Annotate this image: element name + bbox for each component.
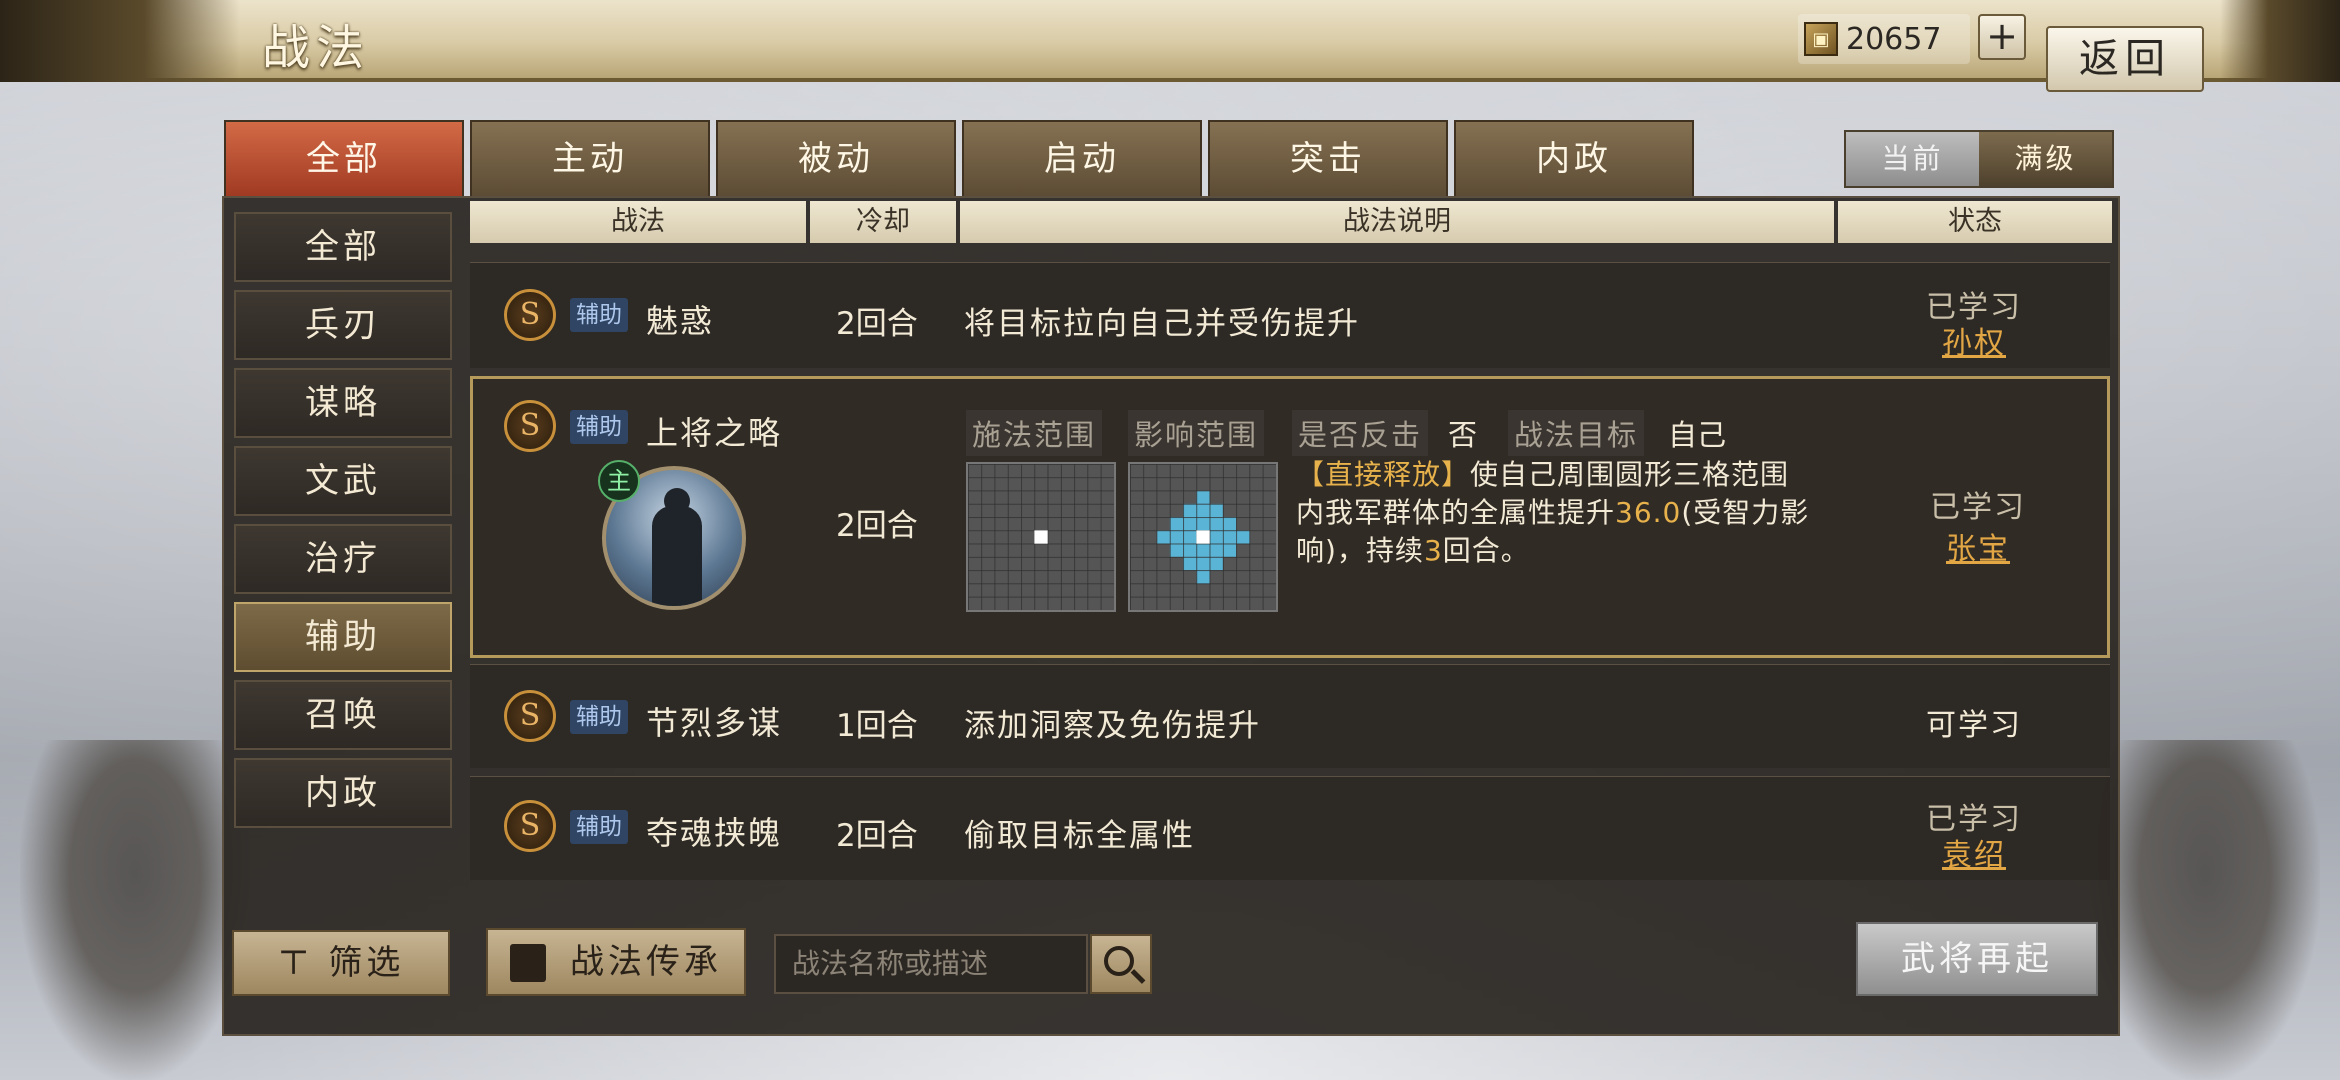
search-icon-handle: [1130, 969, 1146, 984]
main-badge: 主: [598, 460, 640, 502]
skill-name: 上将之略: [646, 414, 783, 452]
sidebar-item-strategy[interactable]: 谋略: [234, 368, 452, 438]
category-tag: 辅助: [570, 810, 628, 844]
cast-range-grid: [966, 462, 1116, 612]
grade-badge: S: [504, 289, 556, 341]
tab-passive[interactable]: 被动: [716, 120, 956, 196]
effect-range-label: 影响范围: [1128, 410, 1265, 456]
detail-text-3: 回合。: [1442, 534, 1530, 567]
search-button[interactable]: [1090, 934, 1152, 994]
tab-assault[interactable]: 突击: [1208, 120, 1448, 196]
inherit-label: 战法传承: [570, 942, 722, 982]
sidebar-item-summon[interactable]: 召唤: [234, 680, 452, 750]
search-icon: [1104, 946, 1134, 976]
sidebar-item-support[interactable]: 辅助: [234, 602, 452, 672]
status-label: 可学习: [1926, 708, 2022, 743]
effect-range-grid-svg: [1130, 464, 1276, 610]
target-label: 战法目标: [1508, 410, 1645, 456]
header-status: 状态: [1838, 201, 2112, 243]
tab-trigger[interactable]: 启动: [962, 120, 1202, 196]
add-currency-button[interactable]: +: [1978, 14, 2026, 60]
skill-description: 将目标拉向自己并受伤提升: [964, 306, 1360, 342]
skill-description: 添加洞察及免伤提升: [964, 708, 1261, 744]
status-label: 已学习: [1930, 490, 2026, 525]
detail-value-2: 3: [1423, 534, 1443, 567]
tab-active[interactable]: 主动: [470, 120, 710, 196]
token-icon: ▣: [1804, 22, 1838, 56]
ornament-left: [0, 0, 240, 82]
skill-description: 偷取目标全属性: [964, 818, 1195, 854]
sidebar-item-heal[interactable]: 治疗: [234, 524, 452, 594]
sidebar-item-domestic[interactable]: 内政: [234, 758, 452, 828]
counter-value: 否: [1448, 418, 1478, 452]
filter-label: 筛选: [328, 943, 405, 983]
skill-name: 魅惑: [646, 302, 715, 340]
skill-cooldown: 2回合: [836, 306, 918, 342]
skill-detail-description: 【直接释放】使自己周围圆形三格范围内我军群体的全属性提升36.0(受智力影响)，…: [1296, 456, 1816, 570]
search-input[interactable]: 战法名称或描述: [774, 934, 1088, 994]
toggle-max-level[interactable]: 满级: [1979, 132, 2112, 186]
category-tag: 辅助: [570, 700, 628, 734]
effect-range-grid: [1128, 462, 1278, 612]
release-type: 【直接释放】: [1296, 458, 1471, 491]
book-icon: [510, 944, 546, 982]
grade-badge: S: [504, 690, 556, 742]
toggle-current[interactable]: 当前: [1846, 132, 1979, 186]
category-tag: 辅助: [570, 298, 628, 332]
header-skill: 战法: [470, 201, 806, 243]
general-link[interactable]: 孙权: [1874, 318, 2074, 362]
category-tag: 辅助: [570, 410, 628, 444]
cast-range-grid-svg: [968, 464, 1114, 610]
sidebar-item-hybrid[interactable]: 文武: [234, 446, 452, 516]
page-title: 战法: [262, 20, 371, 76]
back-button[interactable]: 返回: [2046, 26, 2204, 92]
skill-name: 节烈多谋: [646, 704, 783, 742]
filter-button[interactable]: ⊤ 筛选: [232, 930, 450, 996]
header-description: 战法说明: [960, 201, 1834, 243]
currency-display: ▣ 20657: [1798, 14, 1970, 64]
filter-icon: ⊤: [277, 943, 329, 983]
sidebar-item-blade[interactable]: 兵刃: [234, 290, 452, 360]
grade-badge: S: [504, 400, 556, 452]
background-warrior-left: [20, 740, 250, 1080]
tab-all[interactable]: 全部: [224, 120, 464, 196]
tab-domestic[interactable]: 内政: [1454, 120, 1694, 196]
general-revive-button[interactable]: 武将再起: [1856, 922, 2098, 996]
general-link[interactable]: 袁绍: [1874, 830, 2074, 874]
counter-label: 是否反击: [1292, 410, 1429, 456]
ornament-right: [2220, 0, 2340, 82]
general-link[interactable]: 张宝: [1878, 524, 2078, 568]
skill-cooldown: 2回合: [836, 818, 918, 854]
level-toggle[interactable]: 当前 满级: [1844, 130, 2114, 188]
sidebar-item-all[interactable]: 全部: [234, 212, 452, 282]
skill-name: 夺魂挟魄: [646, 814, 783, 852]
grade-badge: S: [504, 800, 556, 852]
background-warrior-right: [2090, 740, 2320, 1080]
detail-value-1: 36.0: [1615, 496, 1682, 529]
skill-cooldown: 2回合: [836, 508, 918, 544]
avatar-figure: [652, 506, 702, 606]
target-value: 自己: [1668, 418, 1727, 452]
header-cooldown: 冷却: [810, 201, 956, 243]
skill-inherit-button[interactable]: 战法传承: [486, 928, 746, 996]
skill-cooldown: 1回合: [836, 708, 918, 744]
cast-range-label: 施法范围: [966, 410, 1103, 456]
currency-value: 20657: [1846, 21, 1942, 57]
